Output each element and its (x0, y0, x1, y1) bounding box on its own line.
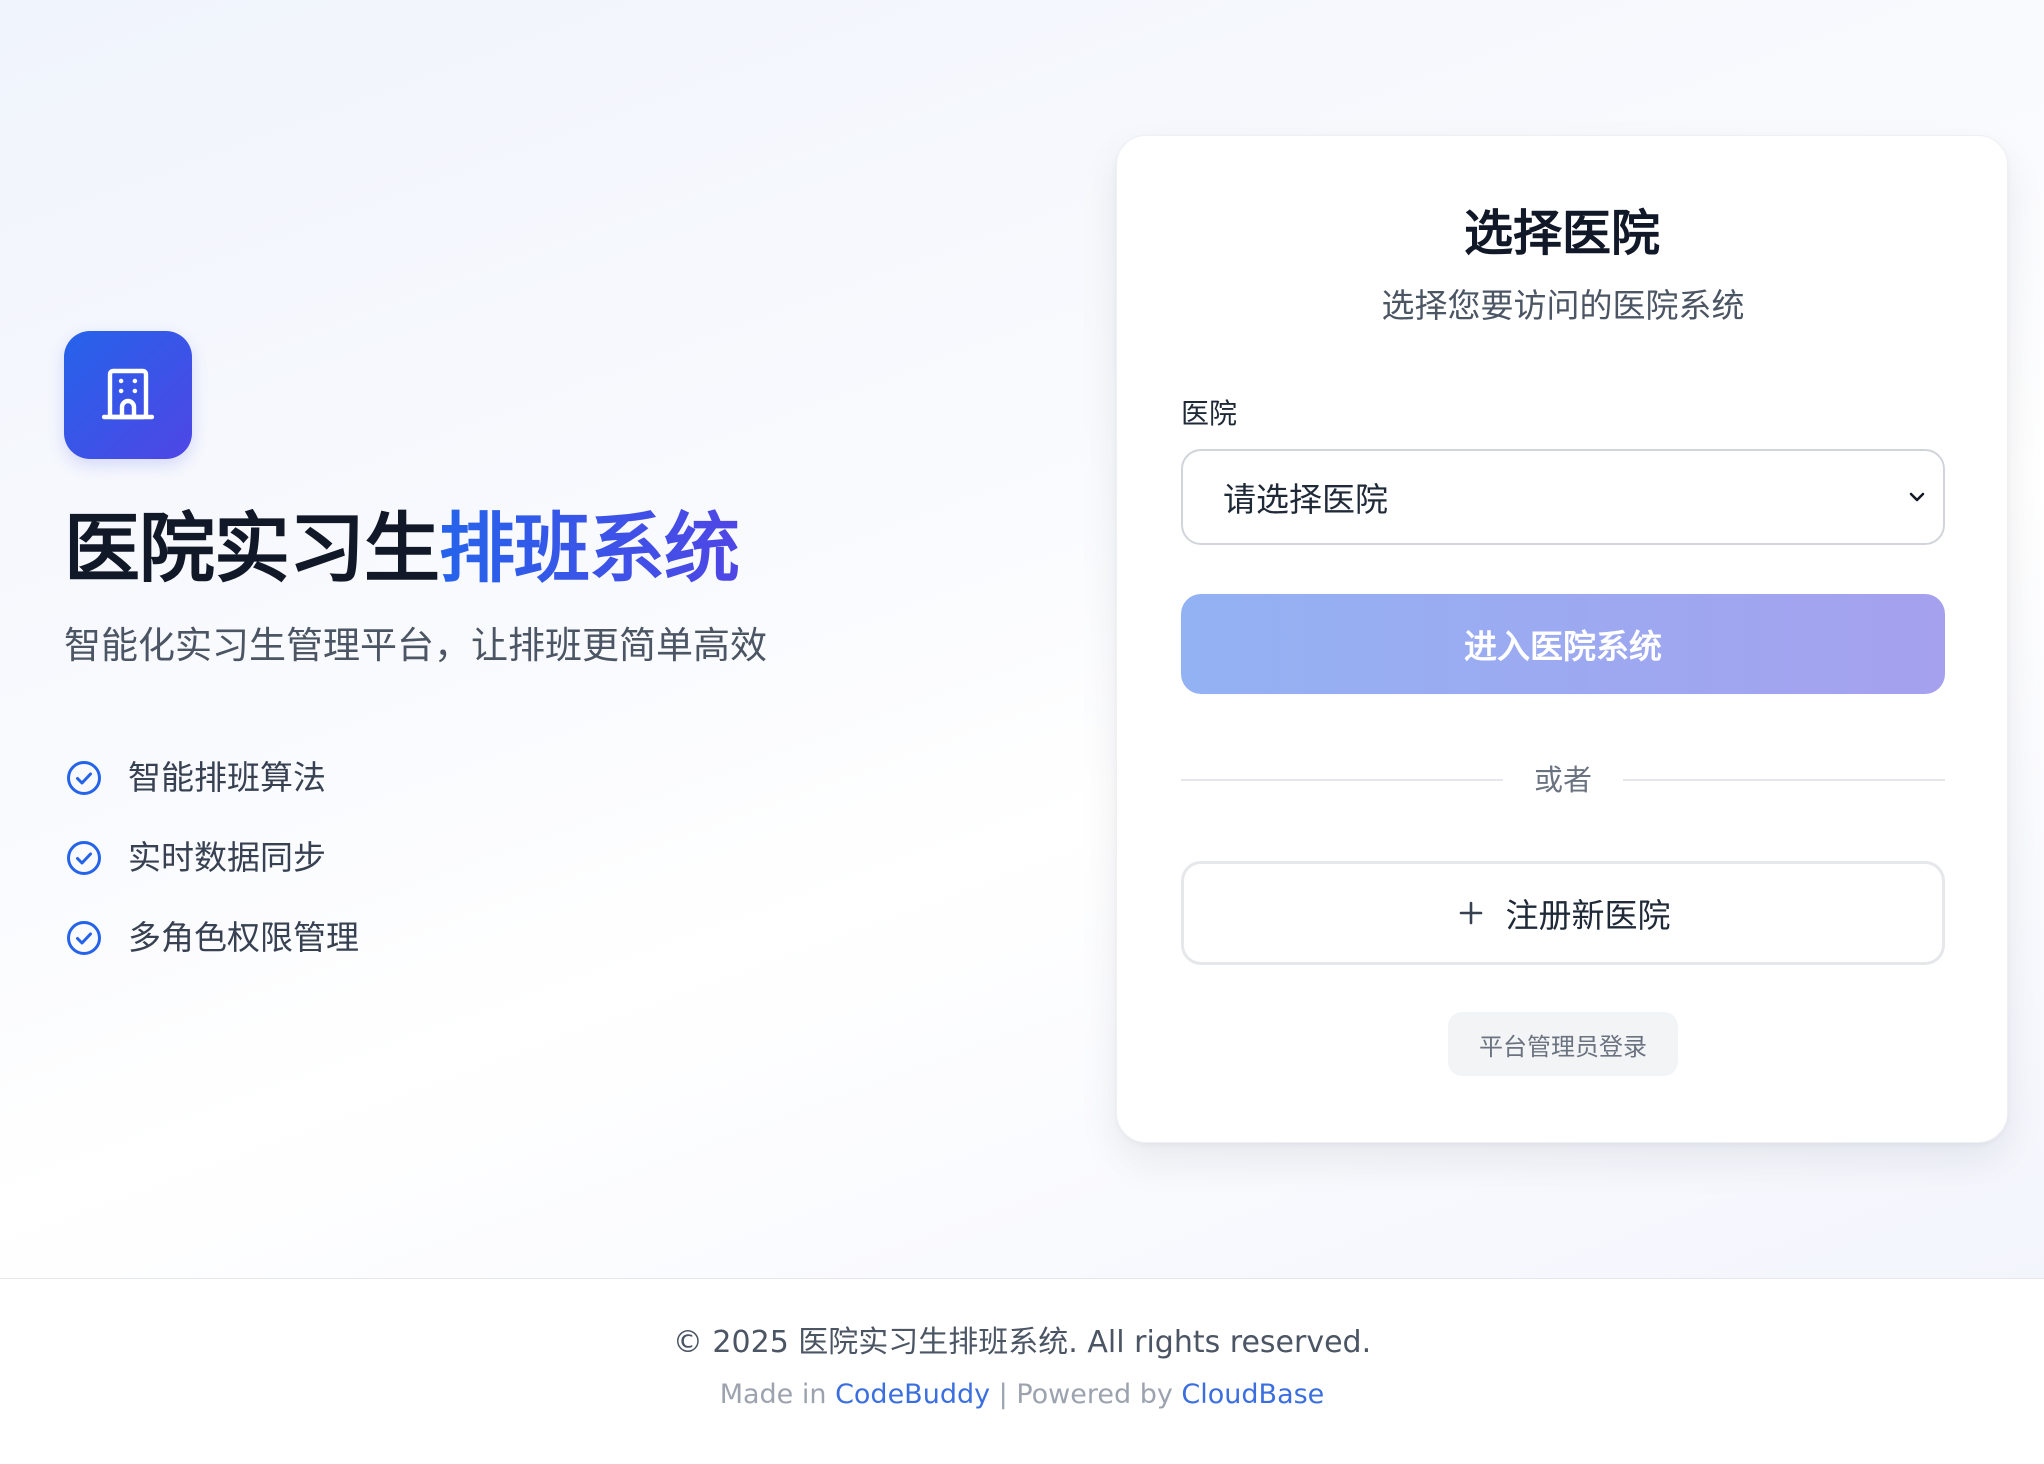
feature-list: 智能排班算法 实时数据同步 多角色权限管理 (64, 738, 359, 978)
feature-item: 实时数据同步 (64, 818, 359, 898)
hospital-field-label: 医院 (1181, 397, 1238, 430)
hospital-select-value: 请选择医院 (1223, 480, 1388, 519)
footer: © 2025 医院实习生排班系统. All rights reserved. M… (0, 1278, 2044, 1464)
feature-item: 智能排班算法 (64, 738, 359, 818)
powered-by-text: | Powered by (990, 1379, 1182, 1410)
register-hospital-button[interactable]: 注册新医院 (1181, 861, 1945, 965)
copyright-text: © 2025 医院实习生排班系统. All rights reserved. (672, 1325, 1372, 1360)
enter-hospital-button[interactable]: 进入医院系统 (1181, 594, 1945, 694)
made-in-prefix: Made in (719, 1379, 836, 1410)
app-title-accent: 排班系统 (439, 504, 740, 593)
register-hospital-label: 注册新医院 (1505, 896, 1671, 935)
card-subtitle: 选择您要访问的医院系统 (1381, 286, 1745, 325)
credits-line: Made in CodeBuddy | Powered by CloudBase (0, 1377, 2044, 1413)
check-circle-icon (64, 758, 104, 798)
hero-section: 医院实习生排班系统 智能化实习生管理平台，让排班更简单高效 智能排班算法 实时数… (0, 0, 2044, 1278)
hospital-select-card: 选择医院 选择您要访问的医院系统 医院 请选择医院 进入医院系统 或者 注册新医… (1116, 135, 2008, 1143)
chevron-down-icon (1905, 485, 1929, 509)
app-tagline: 智能化实习生管理平台，让排班更简单高效 (64, 624, 767, 667)
building-icon (102, 367, 154, 423)
page: 医院实习生排班系统 智能化实习生管理平台，让排班更简单高效 智能排班算法 实时数… (0, 0, 2044, 1464)
feature-label: 智能排班算法 (128, 758, 326, 797)
check-circle-icon (64, 838, 104, 878)
feature-item: 多角色权限管理 (64, 898, 359, 978)
card-title: 选择医院 (1463, 205, 1660, 262)
or-divider: 或者 (1181, 756, 1945, 804)
app-title: 医院实习生排班系统 (64, 504, 740, 593)
plus-icon (1456, 898, 1486, 928)
divider-line (1623, 779, 1945, 781)
app-logo (64, 331, 192, 459)
check-circle-icon (64, 918, 104, 958)
platform-admin-login-button[interactable]: 平台管理员登录 (1448, 1012, 1678, 1076)
feature-label: 多角色权限管理 (128, 918, 359, 957)
hospital-select[interactable]: 请选择医院 (1181, 449, 1945, 545)
codebuddy-link[interactable]: CodeBuddy (835, 1379, 990, 1410)
feature-label: 实时数据同步 (128, 838, 326, 877)
cloudbase-link[interactable]: CloudBase (1181, 1379, 1324, 1410)
app-title-main: 医院实习生 (64, 504, 440, 593)
